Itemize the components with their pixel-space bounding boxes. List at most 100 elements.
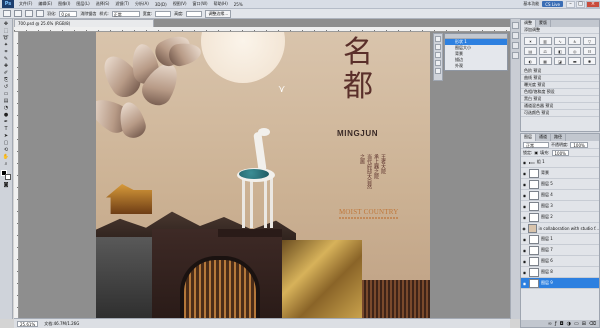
- antialias-checkbox[interactable]: 消除锯齿: [80, 11, 96, 17]
- paragraph-panel-icon[interactable]: [435, 60, 441, 66]
- document-tab[interactable]: 700.psd @ 25.6% (RGB/8): [14, 19, 154, 27]
- posterize-icon[interactable]: ▦: [538, 57, 552, 65]
- preset-item[interactable]: 色相/饱和度 预设: [521, 89, 599, 96]
- color-swatches[interactable]: [1, 170, 11, 181]
- link-icon[interactable]: ∞: [548, 321, 552, 327]
- layer-row[interactable]: ◉ 图层 2: [521, 212, 599, 223]
- eye-icon[interactable]: ◉: [522, 171, 527, 176]
- photo-filter-icon[interactable]: ◎: [568, 47, 582, 55]
- color-panel-icon[interactable]: [512, 22, 519, 29]
- actions-panel-icon[interactable]: [435, 44, 441, 50]
- eye-icon[interactable]: ◉: [522, 270, 527, 275]
- layer-row[interactable]: ◉ 图层 7: [521, 245, 599, 256]
- levels-icon[interactable]: ▥: [538, 37, 552, 45]
- 3d-rotate-icon[interactable]: ⟲: [2, 147, 11, 153]
- menu-3d[interactable]: 3D(D): [152, 2, 170, 7]
- new-group-icon[interactable]: ▭: [574, 321, 579, 327]
- healing-brush-icon[interactable]: ✚: [2, 63, 11, 69]
- layer-row[interactable]: ◉ 背景: [521, 168, 599, 179]
- menu-file[interactable]: 文件(F): [16, 1, 35, 7]
- height-input[interactable]: [186, 10, 203, 17]
- tab-masks[interactable]: 蒙版: [536, 20, 551, 27]
- document-canvas[interactable]: ⋎ 名 都 MINGJUN 王者大院 承上器之院 当代府邸大自然 之居 MOIS…: [96, 32, 430, 318]
- clone-stamp-icon[interactable]: ⎘: [2, 77, 11, 83]
- invert-icon[interactable]: ◐: [524, 57, 537, 65]
- brush-tool-icon[interactable]: ✐: [2, 70, 11, 76]
- preset-item[interactable]: 曲线 预设: [521, 75, 599, 82]
- selective-color-icon[interactable]: ✱: [583, 57, 596, 65]
- menu-select[interactable]: 选择(S): [93, 1, 113, 7]
- layer-row-selected[interactable]: ◉ 图层 9: [521, 278, 599, 289]
- character-panel-icon[interactable]: [435, 52, 441, 58]
- fill-input[interactable]: 100%: [551, 149, 569, 156]
- new-selection-icon[interactable]: [14, 10, 22, 17]
- type-tool-icon[interactable]: T: [2, 126, 11, 132]
- panel-row[interactable]: 外观: [445, 63, 507, 69]
- maximize-icon[interactable]: □: [576, 0, 585, 8]
- menu-window[interactable]: 窗口(W): [190, 1, 211, 7]
- eye-icon[interactable]: ◉: [522, 215, 527, 220]
- menu-edit[interactable]: 编辑(E): [35, 1, 55, 7]
- close-icon[interactable]: ×: [586, 0, 600, 8]
- layer-row[interactable]: ◉ ▸▭ 组 1: [521, 157, 599, 168]
- zoom-tool-icon[interactable]: ⌕: [2, 161, 11, 167]
- eye-icon[interactable]: ◉: [522, 193, 527, 198]
- adjustment-layer-icon[interactable]: ◑: [567, 321, 571, 327]
- new-layer-icon[interactable]: ⊞: [582, 321, 586, 327]
- layer-row[interactable]: ◉ 图层 6: [521, 256, 599, 267]
- zoom-field[interactable]: 25.61%: [17, 320, 39, 327]
- eraser-icon[interactable]: ▭: [2, 91, 11, 97]
- menu-layer[interactable]: 图层(L): [73, 1, 92, 7]
- workspace-basic[interactable]: 基本功能: [520, 1, 542, 7]
- width-input[interactable]: [155, 10, 172, 17]
- mask-icon[interactable]: ◘: [560, 321, 564, 327]
- style-select[interactable]: 正常: [111, 10, 140, 17]
- ruler-vertical[interactable]: [14, 32, 19, 318]
- blur-tool-icon[interactable]: ◔: [2, 105, 11, 111]
- layer-row[interactable]: ◉ in collaboration with studio f...: [521, 223, 599, 234]
- background-color-swatch[interactable]: [5, 174, 11, 180]
- curves-icon[interactable]: ∿: [553, 37, 567, 45]
- preset-item[interactable]: 色阶 预设: [521, 68, 599, 75]
- tab-layers[interactable]: 图层: [521, 134, 536, 141]
- tool-presets-icon[interactable]: [435, 68, 441, 74]
- layer-row[interactable]: ◉ 图层 8: [521, 267, 599, 278]
- menu-view[interactable]: 视图(V): [170, 1, 190, 7]
- preset-item[interactable]: 黑白 预设: [521, 96, 599, 103]
- eye-icon[interactable]: ◉: [522, 226, 526, 231]
- marquee-tool-icon[interactable]: [3, 10, 11, 17]
- eye-icon[interactable]: ◉: [522, 237, 527, 242]
- zoom-level-select[interactable]: 25%: [231, 2, 246, 7]
- minimize-icon[interactable]: –: [566, 0, 575, 8]
- hand-tool-icon[interactable]: ✋: [2, 154, 11, 160]
- add-selection-icon[interactable]: [25, 10, 33, 17]
- tab-paths[interactable]: 路径: [551, 134, 566, 141]
- eye-icon[interactable]: ◉: [522, 259, 527, 264]
- eye-icon[interactable]: ◉: [522, 281, 527, 286]
- tab-channels[interactable]: 通道: [536, 134, 551, 141]
- marquee-tool-icon[interactable]: ⬚: [2, 28, 11, 34]
- masks-panel-icon[interactable]: [512, 52, 519, 59]
- layer-row[interactable]: ◉ 图层 5: [521, 179, 599, 190]
- move-tool-icon[interactable]: ✥: [2, 21, 11, 27]
- layer-row[interactable]: ◉ 图层 3: [521, 201, 599, 212]
- eye-icon[interactable]: ◉: [522, 204, 527, 209]
- crop-tool-icon[interactable]: ⌗: [2, 49, 11, 55]
- layer-row[interactable]: ◉ 图层 1: [521, 234, 599, 245]
- vibrance-icon[interactable]: ▽: [583, 37, 596, 45]
- refine-edge-button[interactable]: 调整边缘...: [205, 9, 232, 18]
- history-panel-icon[interactable]: [435, 36, 441, 42]
- color-balance-icon[interactable]: ⚖: [538, 47, 552, 55]
- feather-input[interactable]: 0 px: [59, 10, 78, 17]
- shape-tool-icon[interactable]: ▢: [2, 140, 11, 146]
- menu-filter[interactable]: 滤镜(T): [112, 1, 132, 7]
- gradient-map-icon[interactable]: ▬: [568, 57, 582, 65]
- pen-tool-icon[interactable]: ✒: [2, 119, 11, 125]
- layer-row[interactable]: ◉ 图层 4: [521, 190, 599, 201]
- preset-item[interactable]: 可选颜色 预设: [521, 110, 599, 117]
- lasso-tool-icon[interactable]: ➰: [2, 35, 11, 41]
- channel-mixer-icon[interactable]: ☷: [583, 47, 596, 55]
- black-white-icon[interactable]: ◧: [553, 47, 567, 55]
- eye-icon[interactable]: ◉: [522, 160, 527, 165]
- menu-image[interactable]: 图像(I): [55, 1, 73, 7]
